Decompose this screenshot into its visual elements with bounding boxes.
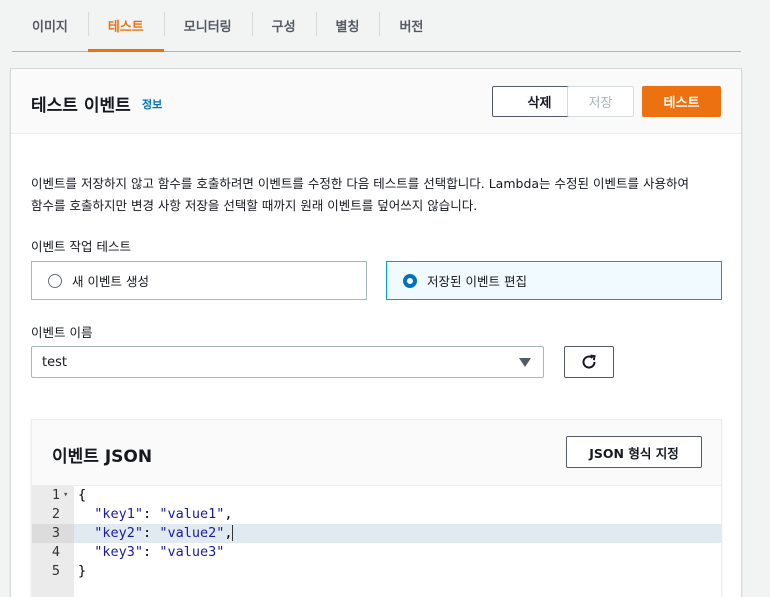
caret-down-icon xyxy=(519,358,531,367)
code-text: "key3": "value3" xyxy=(94,544,225,560)
tab-bar: 이미지 테스트 모니터링 구성 별칭 버전 xyxy=(12,0,741,52)
json-suffix: , xyxy=(224,525,233,541)
option-new-event[interactable]: 새 이벤트 생성 xyxy=(31,261,367,300)
event-name-select[interactable]: test xyxy=(31,346,544,378)
panel-title: 테스트 이벤트 xyxy=(31,96,131,116)
code-line: 5 } xyxy=(32,562,721,581)
radio-unchecked-icon[interactable] xyxy=(48,273,62,288)
line-number: 4 xyxy=(51,544,60,560)
option-edit-saved-event[interactable]: 저장된 이벤트 편집 xyxy=(386,261,722,300)
json-key: "key1" xyxy=(94,506,144,522)
fold-arrow-icon[interactable]: ▾ xyxy=(63,486,68,505)
code-line: 2 "key1": "value1", xyxy=(32,505,721,524)
json-suffix: , xyxy=(224,506,233,522)
json-key: "key2" xyxy=(94,525,144,541)
format-json-button[interactable]: JSON 형식 지정 xyxy=(566,436,702,468)
tab-images[interactable]: 이미지 xyxy=(12,0,88,50)
code-text: { xyxy=(78,487,87,503)
test-event-panel: 테스트 이벤트 정보 삭제 저장 테스트 이벤트를 저장하지 않고 함수를 호출… xyxy=(10,68,742,597)
event-name-label: 이벤트 이름 xyxy=(31,325,93,340)
test-button[interactable]: 테스트 xyxy=(642,86,721,117)
line-number: 5 xyxy=(51,563,60,579)
radio-checked-icon[interactable] xyxy=(403,273,417,288)
event-name-value: test xyxy=(42,354,67,370)
event-json-section: 이벤트 JSON JSON 형식 지정 1 ▾ { 2 "key1": "val… xyxy=(31,419,722,597)
action-label: 이벤트 작업 테스트 xyxy=(31,239,131,254)
tab-monitoring[interactable]: 모니터링 xyxy=(163,0,252,50)
panel-header: 테스트 이벤트 정보 삭제 저장 테스트 xyxy=(11,69,741,134)
option-edit-label: 저장된 이벤트 편집 xyxy=(427,274,527,289)
json-value: "value1" xyxy=(159,506,225,522)
code-text: "key1": "value1", xyxy=(94,506,233,522)
json-title: 이벤트 JSON xyxy=(52,447,153,467)
json-value: "value3" xyxy=(159,544,225,560)
json-key: "key3" xyxy=(94,544,144,560)
tab-aliases[interactable]: 별칭 xyxy=(315,0,380,50)
refresh-icon xyxy=(582,354,596,369)
description-line-2: 함수를 호출하지만 변경 사항 저장을 선택할 때까지 원래 이벤트를 덮어쓰지… xyxy=(31,198,478,213)
description-line-1: 이벤트를 저장하지 않고 함수를 호출하려면 이벤트를 수정한 다음 테스트를 … xyxy=(31,176,689,191)
code-text: "key2": "value2", xyxy=(94,525,234,541)
save-button[interactable]: 저장 xyxy=(567,86,634,117)
info-link[interactable]: 정보 xyxy=(142,96,162,112)
tab-versions[interactable]: 버전 xyxy=(379,0,443,50)
description: 이벤트를 저장하지 않고 함수를 호출하려면 이벤트를 수정한 다음 테스트를 … xyxy=(31,173,731,217)
refresh-button[interactable] xyxy=(564,346,614,378)
line-number: 2 xyxy=(51,506,60,522)
code-line-active: 3 "key2": "value2", xyxy=(32,524,721,543)
tab-test[interactable]: 테스트 xyxy=(87,0,164,52)
tab-configuration[interactable]: 구성 xyxy=(251,0,316,50)
option-new-label: 새 이벤트 생성 xyxy=(72,274,149,289)
text-cursor xyxy=(232,525,234,541)
line-number: 3 xyxy=(32,524,74,543)
json-value: "value2" xyxy=(159,525,225,541)
code-line: 1 ▾ { xyxy=(32,486,721,505)
json-header: 이벤트 JSON JSON 형식 지정 xyxy=(32,420,721,486)
code-line: 4 "key3": "value3" xyxy=(32,543,721,562)
json-editor[interactable]: 1 ▾ { 2 "key1": "value1", 3 "key2": "val… xyxy=(32,486,721,597)
code-text: } xyxy=(78,563,87,579)
